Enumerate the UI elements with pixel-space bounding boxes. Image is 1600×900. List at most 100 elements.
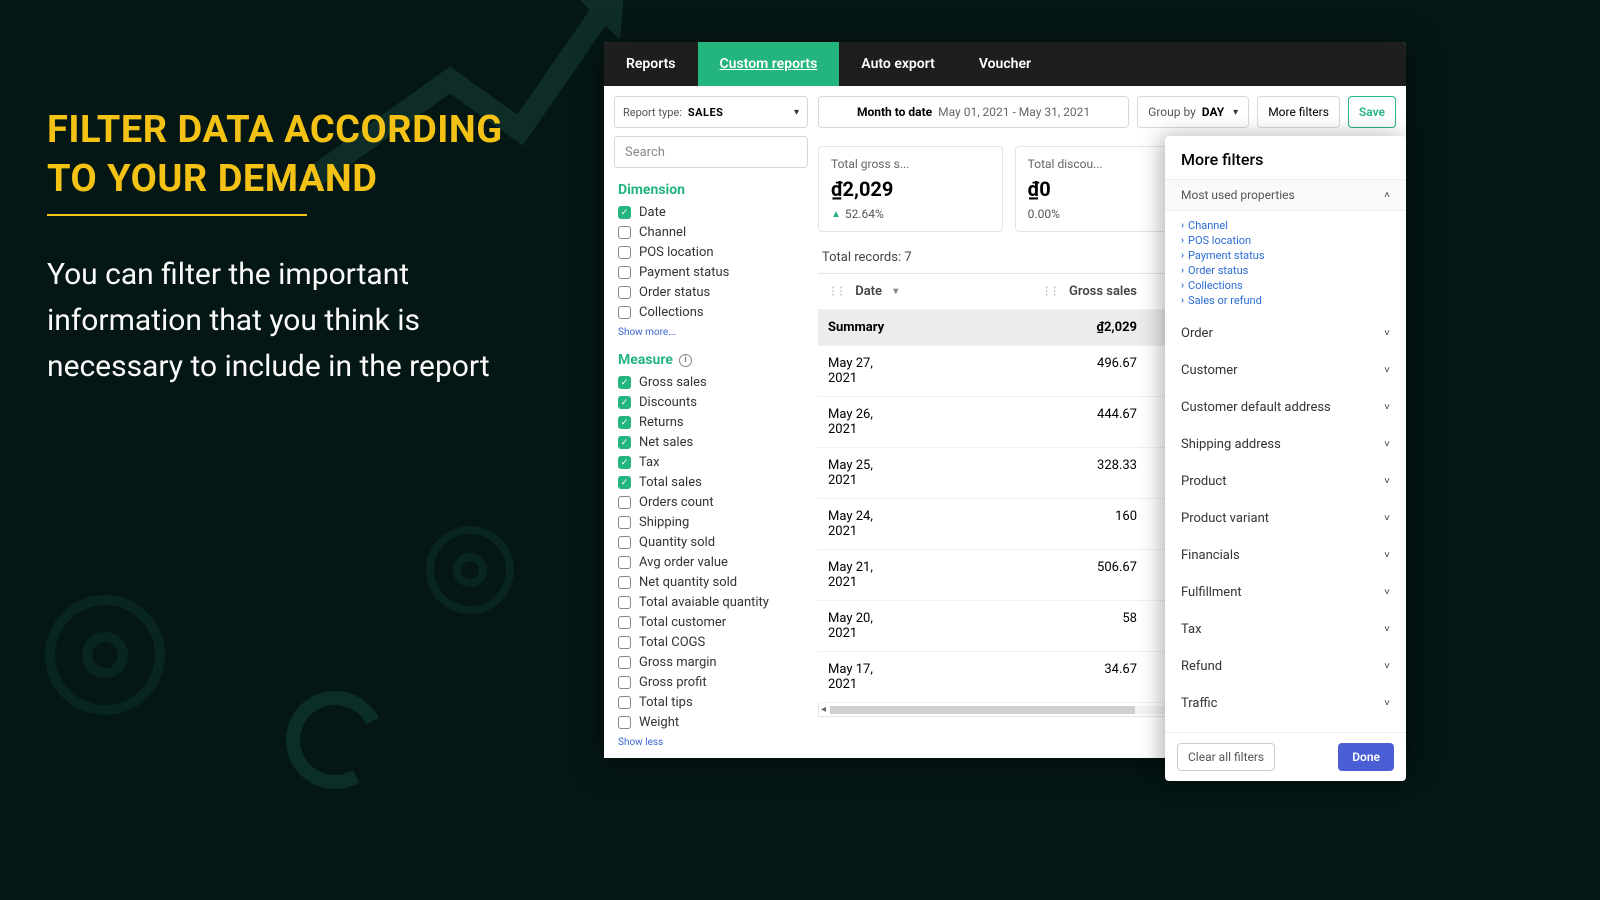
filter-group-label: Customer (1181, 363, 1238, 378)
filters-title: More filters (1165, 136, 1406, 179)
chevron-down-icon: ˅ (1384, 661, 1390, 672)
checkbox-icon (618, 496, 631, 509)
measure-gross-margin[interactable]: Gross margin (618, 654, 808, 671)
measure-quantity-sold[interactable]: Quantity sold (618, 534, 808, 551)
info-icon[interactable]: i (679, 354, 692, 367)
summary-label: Summary (818, 310, 914, 345)
filter-group-label: Tax (1181, 622, 1202, 637)
checkbox-icon: ✓ (618, 476, 631, 489)
measure-returns[interactable]: ✓Returns (618, 414, 808, 431)
checkbox-label: Gross margin (639, 655, 717, 670)
filter-group-product[interactable]: Product˅ (1165, 463, 1406, 500)
filter-group-fulfillment[interactable]: Fulfillment˅ (1165, 574, 1406, 611)
checkbox-label: Returns (639, 415, 684, 430)
filter-link-sales-or-refund[interactable]: ›Sales or refund (1181, 294, 1390, 307)
filter-group-image[interactable]: Image˅ (1165, 722, 1406, 732)
measure-net-quantity-sold[interactable]: Net quantity sold (618, 574, 808, 591)
search-input[interactable]: Search (614, 136, 808, 168)
checkbox-label: Gross sales (639, 375, 707, 390)
measure-discounts[interactable]: ✓Discounts (618, 394, 808, 411)
checkbox-label: Total customer (639, 615, 726, 630)
filter-group-traffic[interactable]: Traffic˅ (1165, 685, 1406, 722)
filter-group-customer-default-address[interactable]: Customer default address˅ (1165, 389, 1406, 426)
filter-group-customer[interactable]: Customer˅ (1165, 352, 1406, 389)
checkbox-label: Gross profit (639, 675, 707, 690)
promo-divider (47, 214, 307, 216)
measure-shipping[interactable]: Shipping (618, 514, 808, 531)
filter-link-collections[interactable]: ›Collections (1181, 279, 1390, 292)
dimension-collections[interactable]: Collections (618, 304, 808, 321)
chevron-down-icon: ˅ (1384, 476, 1390, 487)
filter-group-order[interactable]: Order˅ (1165, 315, 1406, 352)
nav-custom-reports[interactable]: Custom reports (698, 42, 840, 86)
dimension-date[interactable]: ✓Date (618, 204, 808, 221)
filter-link-label: Payment status (1188, 249, 1264, 262)
checkbox-icon (618, 576, 631, 589)
measure-total-cogs[interactable]: Total COGS (618, 634, 808, 651)
filter-group-tax[interactable]: Tax˅ (1165, 611, 1406, 648)
chevron-up-icon: ˄ (1384, 190, 1390, 201)
checkbox-icon: ✓ (618, 436, 631, 449)
filter-link-channel[interactable]: ›Channel (1181, 219, 1390, 232)
measure-net-sales[interactable]: ✓Net sales (618, 434, 808, 451)
measure-total-sales[interactable]: ✓Total sales (618, 474, 808, 491)
save-button[interactable]: Save (1348, 96, 1396, 128)
groupby-label: Group by (1148, 105, 1196, 119)
measure-total-avaiable-quantity[interactable]: Total avaiable quantity (618, 594, 808, 611)
checkbox-label: Order status (639, 285, 710, 300)
nav-auto-export[interactable]: Auto export (839, 42, 957, 86)
grip-icon: ⋮⋮ (1042, 286, 1058, 297)
nav-reports[interactable]: Reports (604, 42, 698, 86)
nav-voucher[interactable]: Voucher (957, 42, 1053, 86)
col-gross[interactable]: ⋮⋮ Gross sales (914, 274, 1155, 309)
filter-group-refund[interactable]: Refund˅ (1165, 648, 1406, 685)
scroll-left-icon[interactable]: ◂ (821, 704, 826, 715)
measure-gross-sales[interactable]: ✓Gross sales (618, 374, 808, 391)
chevron-down-icon: ˅ (1384, 439, 1390, 450)
more-filters-button[interactable]: More filters (1257, 96, 1340, 128)
date-range-value: May 01, 2021 - May 31, 2021 (938, 105, 1090, 119)
checkbox-icon (618, 516, 631, 529)
measure-total-customer[interactable]: Total customer (618, 614, 808, 631)
measure-total-tips[interactable]: Total tips (618, 694, 808, 711)
col-date[interactable]: ⋮⋮ Date ▾ (818, 274, 914, 309)
cell-date: May 25, 2021 (818, 448, 914, 498)
chevron-down-icon: ˅ (1384, 328, 1390, 339)
filter-link-label: POS location (1188, 234, 1251, 247)
group-by-select[interactable]: Group by DAY ▾ (1137, 96, 1249, 128)
filter-group-product-variant[interactable]: Product variant˅ (1165, 500, 1406, 537)
filter-link-pos-location[interactable]: ›POS location (1181, 234, 1390, 247)
card-value: ₫0 (1028, 177, 1187, 201)
stat-card[interactable]: Total gross s...₫2,029▲52.64% (818, 146, 1003, 232)
filters-subtitle[interactable]: Most used properties ˄ (1165, 179, 1406, 211)
cell-gross: 506.67 (914, 550, 1155, 600)
filter-group-shipping-address[interactable]: Shipping address ˅ (1165, 426, 1406, 463)
gear-icon (10, 560, 200, 750)
chevron-right-icon: › (1181, 265, 1184, 276)
filter-group-label: Shipping address (1181, 437, 1281, 452)
measure-weight[interactable]: Weight (618, 714, 808, 731)
dimension-pos-location[interactable]: POS location (618, 244, 808, 261)
ring-icon (275, 680, 395, 800)
done-button[interactable]: Done (1338, 743, 1394, 771)
dimension-order-status[interactable]: Order status (618, 284, 808, 301)
date-range-picker[interactable]: Month to date May 01, 2021 - May 31, 202… (818, 96, 1129, 128)
measure-show-less[interactable]: Show less (618, 737, 808, 748)
report-type-select[interactable]: Report type: SALES ▾ (614, 96, 808, 128)
clear-filters-button[interactable]: Clear all filters (1177, 743, 1275, 771)
measure-avg-order-value[interactable]: Avg order value (618, 554, 808, 571)
more-filters-panel: More filters Most used properties ˄ ›Cha… (1165, 136, 1406, 781)
cell-gross: 444.67 (914, 397, 1155, 447)
dimension-payment-status[interactable]: Payment status (618, 264, 808, 281)
promo-body: You can filter the important information… (47, 252, 517, 390)
measure-tax[interactable]: ✓Tax (618, 454, 808, 471)
filter-link-order-status[interactable]: ›Order status (1181, 264, 1390, 277)
dimension-show-more[interactable]: Show more... (618, 327, 808, 338)
measure-orders-count[interactable]: Orders count (618, 494, 808, 511)
cell-date: May 24, 2021 (818, 499, 914, 549)
dimension-channel[interactable]: Channel (618, 224, 808, 241)
measure-gross-profit[interactable]: Gross profit (618, 674, 808, 691)
filter-group-financials[interactable]: Financials˅ (1165, 537, 1406, 574)
cell-gross: 496.67 (914, 346, 1155, 396)
filter-link-payment-status[interactable]: ›Payment status (1181, 249, 1390, 262)
